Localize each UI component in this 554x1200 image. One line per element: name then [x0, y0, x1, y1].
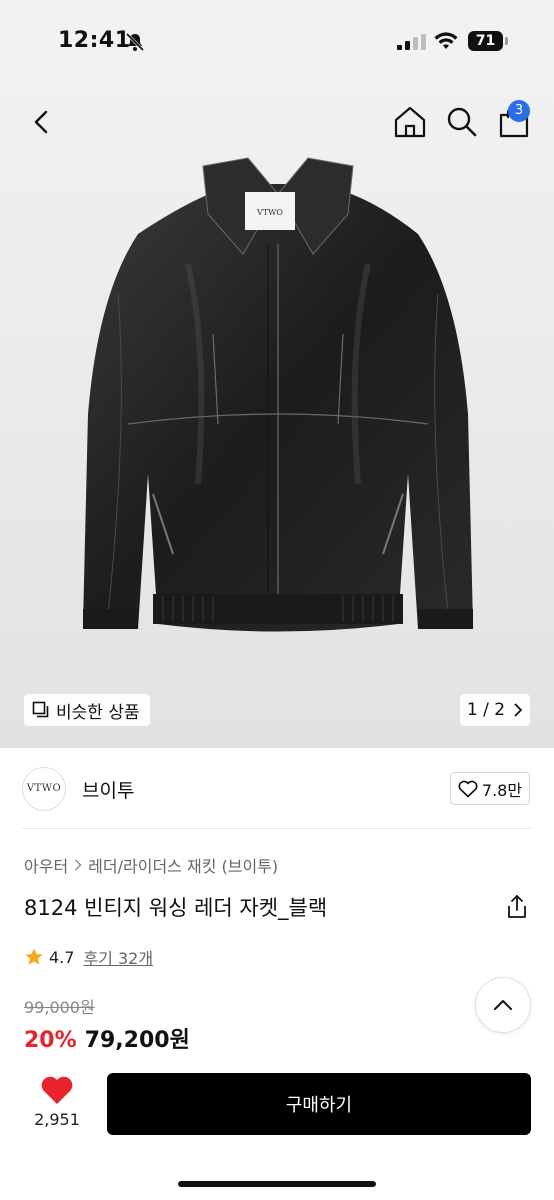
product-title: 8124 빈티지 워싱 레더 자켓_블랙 [24, 896, 328, 920]
breadcrumb: 아우터 레더/라이더스 재킷 (브이투) [24, 853, 278, 877]
star-icon [25, 948, 43, 965]
battery-icon: 71 [468, 31, 508, 51]
product-gallery[interactable]: 3 VTWO 비슷한 상품 1 / 2 [0, 84, 554, 748]
brand-like-count: 7.8만 [481, 780, 523, 800]
home-icon[interactable] [390, 102, 430, 142]
scroll-to-top-button[interactable] [475, 977, 531, 1033]
original-price: 99,000원 [24, 998, 95, 1017]
heart-filled-icon[interactable] [40, 1074, 74, 1106]
back-chevron-icon[interactable] [24, 104, 60, 140]
buy-button[interactable]: 구매하기 [107, 1073, 531, 1135]
similar-products-icon [32, 701, 49, 718]
product-image: VTWO [83, 157, 473, 632]
signal-icon [397, 34, 426, 50]
chevron-right-icon [75, 859, 82, 871]
similar-products-label: 비슷한 상품 [56, 702, 140, 723]
home-indicator [178, 1181, 376, 1187]
page-indicator-text: 1 / 2 [466, 700, 506, 720]
status-time: 12:41 [58, 28, 131, 53]
chevron-up-icon [494, 1000, 512, 1010]
search-icon[interactable] [442, 102, 482, 142]
heart-outline-icon [458, 780, 478, 797]
chevron-right-icon [514, 703, 523, 717]
rating-row: 4.7 후기 32개 [24, 945, 153, 969]
image-page-indicator[interactable]: 1 / 2 [460, 694, 530, 726]
price-row: 20% 79,200원 [24, 1022, 190, 1054]
wish-count: 2,951 [34, 1110, 80, 1129]
brand-like-button[interactable]: 7.8만 [450, 772, 530, 805]
brand-logo[interactable]: VTWO [22, 767, 66, 811]
sale-price: 79,200원 [84, 1028, 190, 1053]
similar-products-button[interactable]: 비슷한 상품 [24, 694, 150, 726]
jacket-tag-text: VTWO [256, 208, 283, 217]
battery-level: 71 [468, 31, 503, 51]
discount-rate: 20% [24, 1028, 77, 1053]
bell-slash-icon [125, 32, 145, 52]
cart-count-badge: 3 [508, 100, 530, 122]
breadcrumb-item[interactable]: 아우터 [24, 853, 68, 877]
reviews-link[interactable]: 후기 32개 [83, 945, 153, 969]
status-bar: 12:41 71 [0, 0, 554, 84]
share-icon[interactable] [505, 894, 529, 920]
divider [22, 828, 532, 829]
rating-value: 4.7 [49, 947, 75, 967]
wifi-icon [434, 32, 458, 49]
brand-name[interactable]: 브이투 [82, 776, 134, 803]
breadcrumb-item[interactable]: 레더/라이더스 재킷 (브이투) [88, 853, 278, 877]
